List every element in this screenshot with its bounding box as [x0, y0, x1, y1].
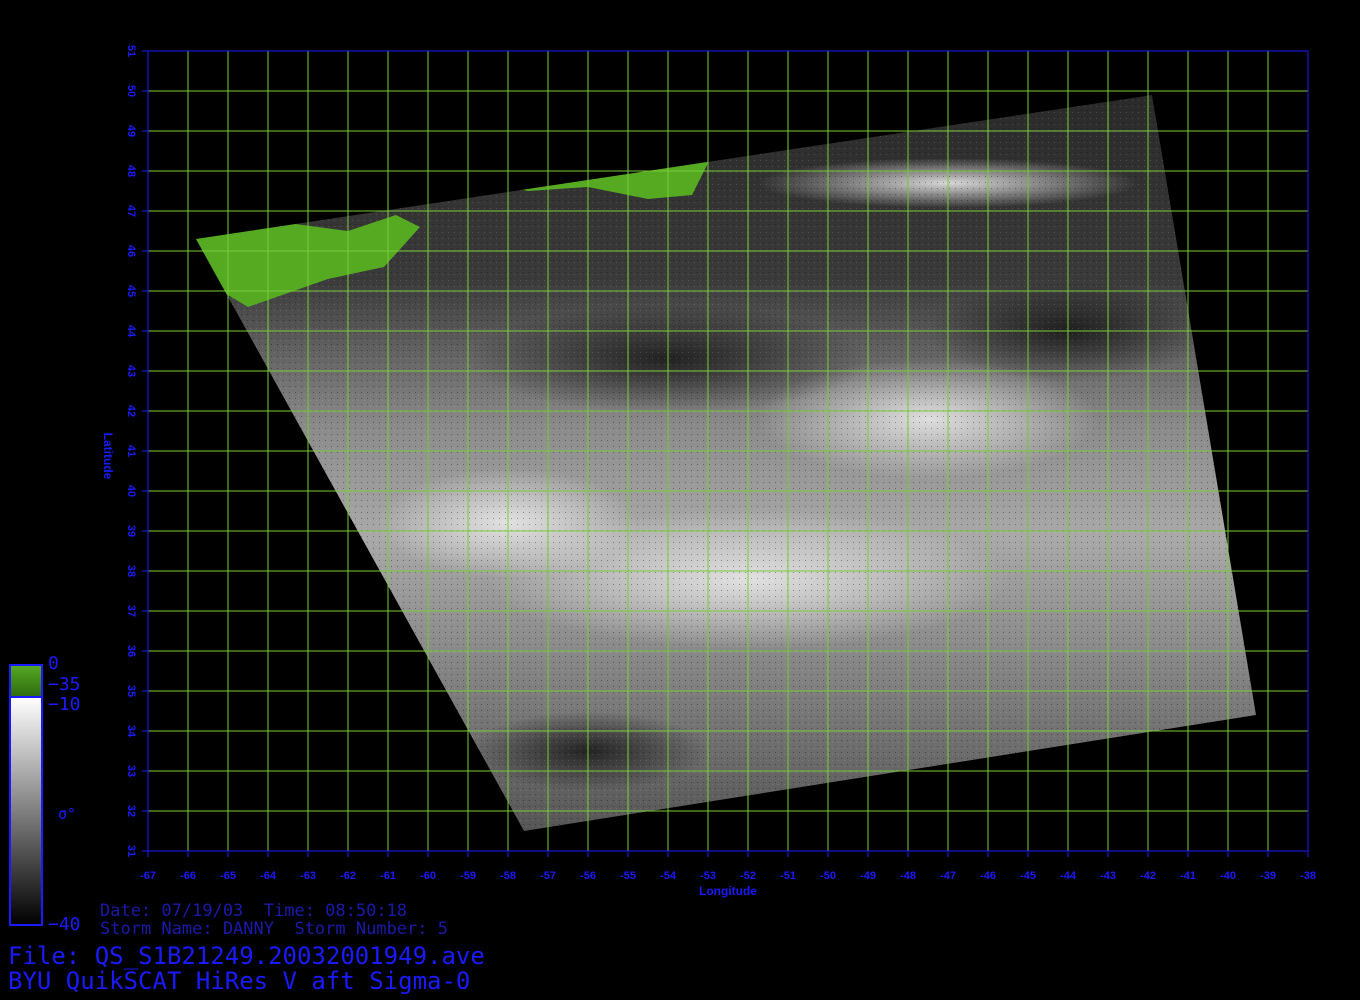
x-tick-label: -45	[1020, 870, 1036, 882]
file-name-line: File: QS_S1B21249.20032001949.ave	[8, 942, 485, 970]
x-tick-label: -42	[1140, 870, 1156, 882]
x-tick-label: -48	[900, 870, 916, 882]
x-tick-label: -56	[580, 870, 596, 882]
colorbar-bottom-value: −40	[48, 914, 81, 935]
y-tick-label: 31	[125, 845, 137, 857]
date-time-line: Date: 07/19/03 Time: 08:50:18	[100, 901, 408, 921]
x-tick-label: -38	[1300, 870, 1316, 882]
x-tick-label: -47	[940, 870, 956, 882]
y-tick-label: 46	[125, 245, 137, 257]
y-tick-label: 44	[125, 325, 137, 338]
y-tick-label: 35	[125, 685, 137, 697]
y-tick-label: 33	[125, 765, 137, 777]
y-tick-label: 49	[125, 125, 137, 137]
x-axis-label: Longitude	[699, 884, 757, 898]
colorbar-land-threshold: −35	[48, 674, 81, 695]
y-tick-label: 40	[125, 485, 137, 497]
x-tick-label: -63	[300, 870, 316, 882]
x-tick-label: -54	[660, 870, 677, 882]
x-tick-label: -66	[180, 870, 196, 882]
y-tick-label: 45	[125, 285, 137, 297]
x-tick-label: -52	[740, 870, 756, 882]
colorbar-top-value: 0	[48, 653, 59, 674]
y-tick-label: 51	[125, 45, 137, 57]
y-tick-label: 43	[125, 365, 137, 377]
x-tick-label: -59	[460, 870, 476, 882]
x-tick-label: -39	[1260, 870, 1276, 882]
x-tick-label: -41	[1180, 870, 1196, 882]
scatterometer-swath	[196, 95, 1256, 831]
y-tick-label: 36	[125, 645, 137, 657]
colorbar-unit-label: σ°	[58, 805, 77, 823]
speckle-texture	[196, 95, 1256, 831]
x-tick-label: -64	[260, 870, 277, 882]
x-tick-label: -40	[1220, 870, 1236, 882]
lat-lon-grid	[147, 50, 1309, 852]
y-tick-label: 39	[125, 525, 137, 537]
y-tick-label: 34	[125, 725, 137, 738]
x-tick-label: -44	[1060, 870, 1077, 882]
x-tick-label: -46	[980, 870, 996, 882]
x-tick-label: -57	[540, 870, 556, 882]
x-tick-label: -55	[620, 870, 636, 882]
storm-info-line: Storm Name: DANNY Storm Number: 5	[100, 919, 448, 939]
y-tick-label: 38	[125, 565, 137, 577]
sigma0-map: -67 -66 -65 -64 -63 -62 -61 -60 -59 -58 -57 -56 -55 -…	[9, 45, 1316, 926]
x-tick-label: -65	[220, 870, 236, 882]
y-axis-label: Latitude	[101, 433, 115, 480]
y-tick-label: 32	[125, 805, 137, 817]
colorbar-sigma0-gradient	[9, 696, 43, 926]
colorbar-upper-value: −10	[48, 694, 81, 715]
colorbar-land-segment	[9, 664, 43, 698]
y-tick-label: 50	[125, 85, 137, 97]
y-tick-label: 42	[125, 405, 137, 417]
y-tick-label: 41	[125, 445, 137, 457]
x-tick-label: -43	[1100, 870, 1116, 882]
x-tick-label: -50	[820, 870, 836, 882]
x-tick-label: -51	[780, 870, 796, 882]
longitude-axis: -67 -66 -65 -64 -63 -62 -61 -60 -59 -58 -57 -56 -55 -…	[140, 851, 1316, 882]
x-tick-label: -49	[860, 870, 876, 882]
swath-texture	[196, 95, 1256, 831]
y-tick-label: 37	[125, 605, 137, 617]
x-tick-label: -62	[340, 870, 356, 882]
latitude-axis: 31 32 33 34 35 36 37 38 39 40 41 42 43 44 45 46 47 48 49 50…	[125, 45, 148, 857]
x-tick-label: -58	[500, 870, 516, 882]
x-tick-label: -61	[380, 870, 396, 882]
x-tick-label: -53	[700, 870, 716, 882]
x-tick-label: -67	[140, 870, 156, 882]
x-tick-label: -60	[420, 870, 436, 882]
product-title-line: BYU QuikSCAT HiRes V aft Sigma-0	[8, 967, 471, 995]
colorbar	[9, 664, 43, 926]
y-tick-label: 48	[125, 165, 137, 177]
y-tick-label: 47	[125, 205, 137, 217]
